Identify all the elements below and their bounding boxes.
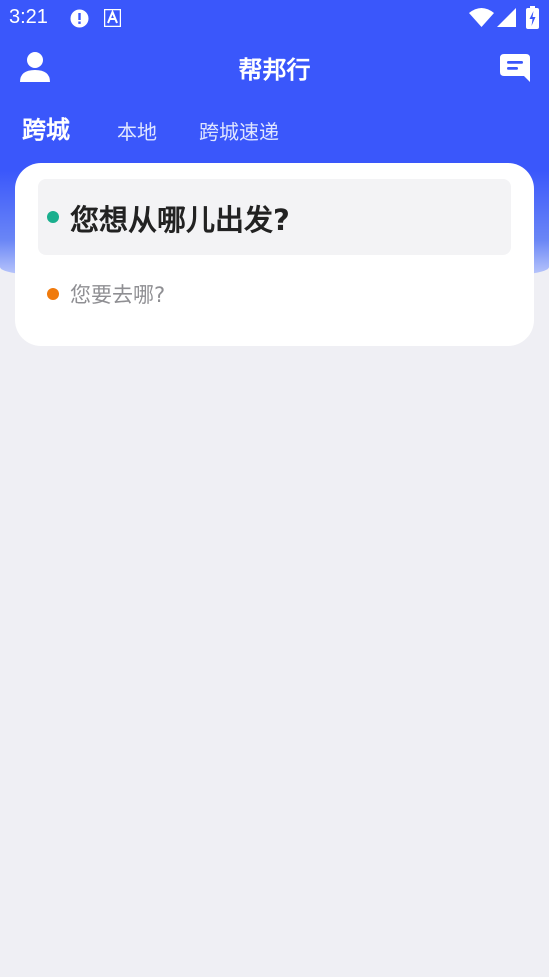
destination-dot [47, 288, 59, 300]
tab-bar: 跨城 本地 跨城速递 [0, 112, 549, 152]
alert-icon [70, 9, 89, 33]
status-bar: 3:21 [0, 0, 549, 36]
font-icon [103, 8, 122, 32]
wifi-icon [469, 8, 494, 32]
tab-intercity[interactable]: 跨城 [22, 112, 70, 148]
title-bar: 帮邦行 [0, 40, 549, 94]
messages-button[interactable] [499, 52, 531, 84]
route-card: 您想从哪儿出发? 您要去哪? [15, 163, 534, 346]
page-title: 帮邦行 [238, 56, 311, 84]
signal-icon [497, 8, 516, 32]
destination-placeholder: 您要去哪? [70, 283, 166, 307]
battery-icon [526, 6, 539, 34]
status-time: 3:21 [9, 6, 48, 28]
departure-placeholder: 您想从哪儿出发? [70, 203, 290, 237]
tab-intercity-express[interactable]: 跨城速递 [199, 114, 279, 150]
departure-dot [47, 211, 59, 223]
message-icon [499, 54, 531, 88]
destination-input[interactable]: 您要去哪? [38, 273, 511, 317]
departure-input[interactable]: 您想从哪儿出发? [38, 179, 511, 255]
tab-local[interactable]: 本地 [117, 114, 157, 150]
